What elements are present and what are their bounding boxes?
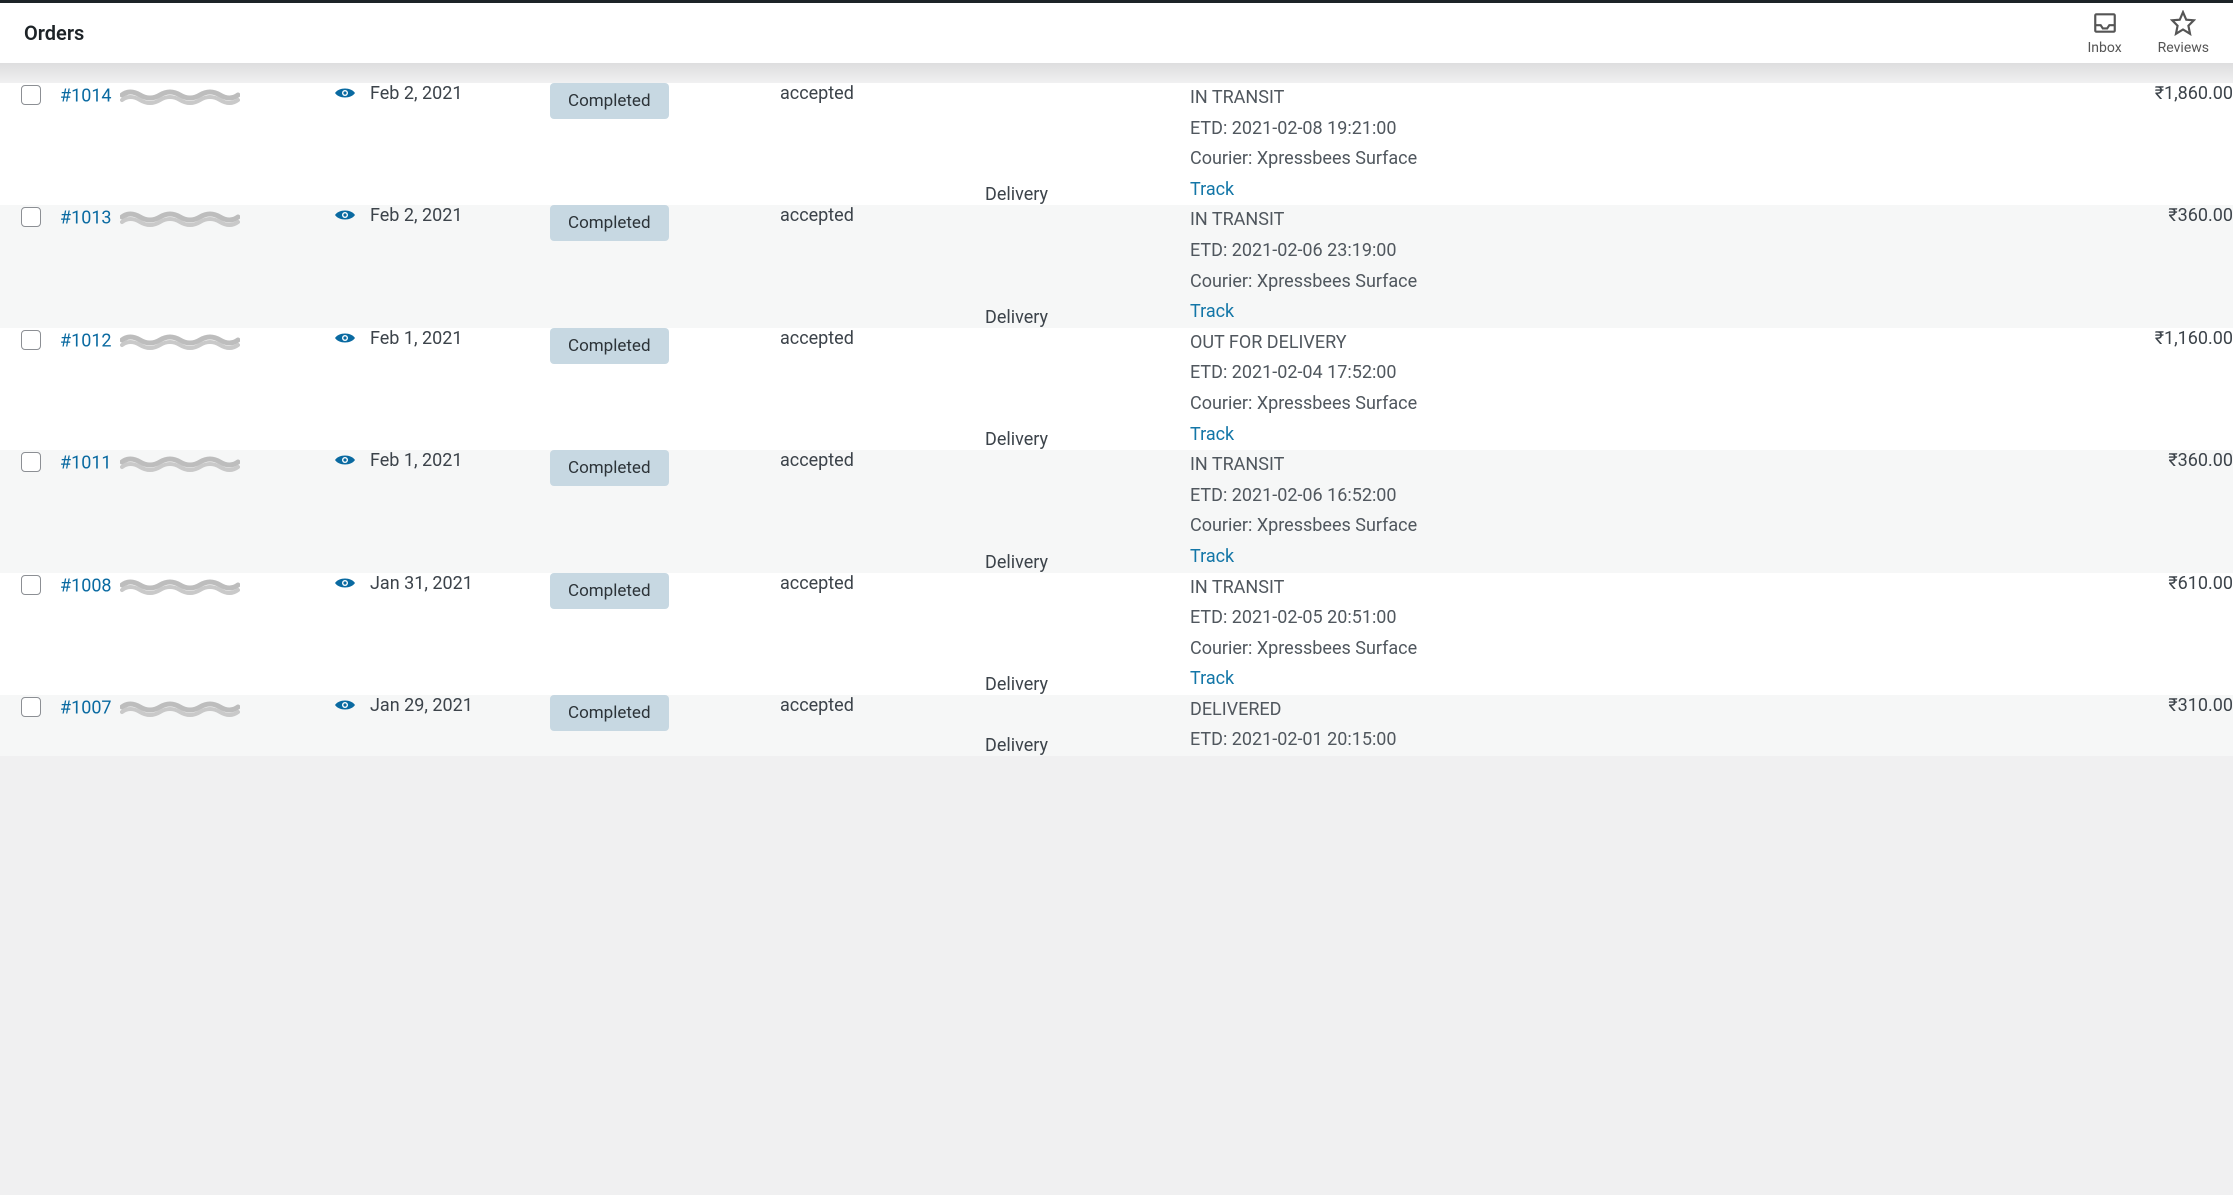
shipping-courier: Courier: Xpressbees Surface [1190, 267, 2083, 298]
reviews-button[interactable]: Reviews [2158, 10, 2209, 56]
inbox-label: Inbox [2087, 40, 2121, 56]
shipping-courier: Courier: Xpressbees Surface [1190, 144, 2083, 175]
delivery-mode: Delivery [985, 735, 1048, 756]
order-date: Jan 31, 2021 [370, 573, 473, 594]
order-date: Feb 2, 2021 [370, 83, 462, 104]
track-link[interactable]: Track [1190, 668, 1234, 689]
row-checkbox[interactable] [21, 452, 41, 472]
eye-icon[interactable] [333, 577, 357, 598]
shipping-courier: Courier: Xpressbees Surface [1190, 389, 2083, 420]
order-date: Feb 2, 2021 [370, 205, 462, 226]
shipping-etd: ETD: 2021-02-05 20:51:00 [1190, 603, 2083, 634]
shipping-etd: ETD: 2021-02-08 19:21:00 [1190, 114, 2083, 145]
shipping-courier: Courier: Xpressbees Surface [1190, 511, 2083, 542]
row-checkbox[interactable] [21, 207, 41, 227]
order-date: Jan 29, 2021 [370, 695, 473, 716]
order-id-label: #1008 [60, 575, 112, 596]
row-checkbox[interactable] [21, 85, 41, 105]
shipping-status: IN TRANSIT [1190, 205, 2083, 236]
order-total: ₹360.00 [2168, 450, 2233, 471]
redacted-name [120, 207, 240, 234]
delivery-mode: Delivery [985, 184, 1048, 205]
order-total: ₹1,860.00 [2155, 83, 2233, 104]
eye-icon[interactable] [333, 332, 357, 353]
track-link[interactable]: Track [1190, 546, 1234, 567]
track-link[interactable]: Track [1190, 424, 1234, 445]
track-link[interactable]: Track [1190, 301, 1234, 322]
order-link[interactable]: #1013 [60, 208, 112, 229]
payment-status: accepted [780, 205, 854, 226]
shipping-status: OUT FOR DELIVERY [1190, 328, 2083, 359]
shipping-status: DELIVERED [1190, 695, 2083, 726]
row-checkbox[interactable] [21, 330, 41, 350]
redacted-name [120, 697, 240, 724]
shipping-etd: ETD: 2021-02-01 20:15:00 [1190, 725, 2083, 756]
shipping-courier: Courier: Xpressbees Surface [1190, 634, 2083, 665]
order-link[interactable]: #1012 [60, 330, 112, 351]
page-title: Orders [24, 21, 84, 45]
shipping-etd: ETD: 2021-02-06 16:52:00 [1190, 481, 2083, 512]
delivery-mode: Delivery [985, 307, 1048, 328]
status-badge: Completed [550, 205, 669, 241]
track-link[interactable]: Track [1190, 179, 1234, 200]
inbox-icon [2092, 10, 2118, 36]
order-link[interactable]: #1014 [60, 85, 112, 106]
delivery-mode: Delivery [985, 429, 1048, 450]
order-total: ₹610.00 [2168, 573, 2233, 594]
payment-status: accepted [780, 328, 854, 349]
table-row: #1011 Feb 1, 2021 Completed accepted Del… [0, 450, 2233, 572]
order-id-label: #1014 [60, 85, 112, 106]
order-link[interactable]: #1008 [60, 575, 112, 596]
redacted-name [120, 575, 240, 602]
table-row: #1013 Feb 2, 2021 Completed accepted Del… [0, 205, 2233, 327]
order-link[interactable]: #1011 [60, 452, 112, 473]
order-date: Feb 1, 2021 [370, 450, 462, 471]
status-badge: Completed [550, 573, 669, 609]
eye-icon[interactable] [333, 87, 357, 108]
shipping-etd: ETD: 2021-02-06 23:19:00 [1190, 236, 2083, 267]
eye-icon[interactable] [333, 454, 357, 475]
order-total: ₹1,160.00 [2155, 328, 2233, 349]
table-row: #1014 Feb 2, 2021 Completed accepted Del… [0, 83, 2233, 205]
payment-status: accepted [780, 573, 854, 594]
status-badge: Completed [550, 695, 669, 731]
star-icon [2170, 10, 2196, 36]
eye-icon[interactable] [333, 209, 357, 230]
header-bar: Orders Inbox Reviews [0, 3, 2233, 63]
order-link[interactable]: #1007 [60, 697, 112, 718]
status-badge: Completed [550, 328, 669, 364]
redacted-name [120, 330, 240, 357]
payment-status: accepted [780, 695, 854, 716]
status-badge: Completed [550, 83, 669, 119]
table-row: #1007 Jan 29, 2021 Completed accepted De… [0, 695, 2233, 756]
order-date: Feb 1, 2021 [370, 328, 462, 349]
order-id-label: #1007 [60, 697, 112, 718]
redacted-name [120, 452, 240, 479]
order-total: ₹360.00 [2168, 205, 2233, 226]
order-id-label: #1011 [60, 452, 112, 473]
eye-icon[interactable] [333, 699, 357, 720]
redacted-name [120, 85, 240, 112]
status-badge: Completed [550, 450, 669, 486]
shipping-status: IN TRANSIT [1190, 450, 2083, 481]
row-checkbox[interactable] [21, 697, 41, 717]
row-checkbox[interactable] [21, 575, 41, 595]
shipping-status: IN TRANSIT [1190, 573, 2083, 604]
shipping-status: IN TRANSIT [1190, 83, 2083, 114]
payment-status: accepted [780, 83, 854, 104]
order-total: ₹310.00 [2168, 695, 2233, 716]
header-actions: Inbox Reviews [2087, 10, 2209, 56]
shipping-etd: ETD: 2021-02-04 17:52:00 [1190, 358, 2083, 389]
inbox-button[interactable]: Inbox [2087, 10, 2121, 56]
order-id-label: #1012 [60, 330, 112, 351]
payment-status: accepted [780, 450, 854, 471]
header-shadow [0, 63, 2233, 83]
orders-table: #1014 Feb 2, 2021 Completed accepted Del… [0, 83, 2233, 756]
table-row: #1008 Jan 31, 2021 Completed accepted De… [0, 573, 2233, 695]
delivery-mode: Delivery [985, 674, 1048, 695]
order-id-label: #1013 [60, 208, 112, 229]
delivery-mode: Delivery [985, 552, 1048, 573]
table-row: #1012 Feb 1, 2021 Completed accepted Del… [0, 328, 2233, 450]
reviews-label: Reviews [2158, 40, 2209, 56]
